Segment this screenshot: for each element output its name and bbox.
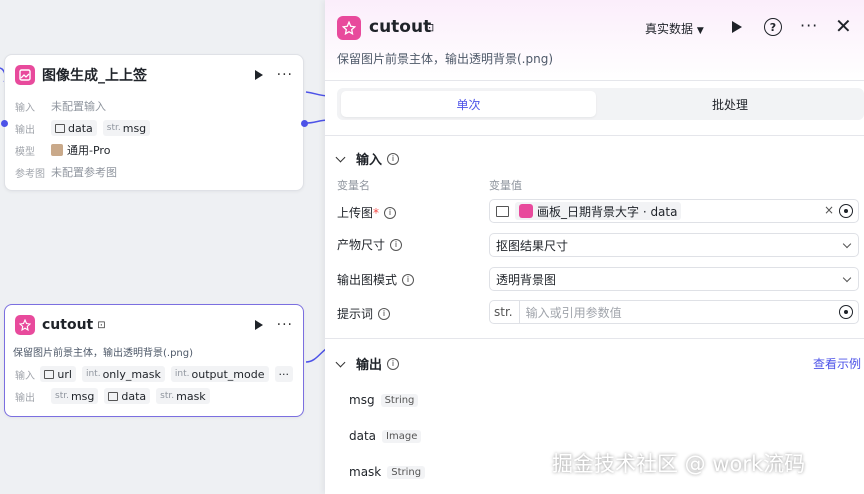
output-row-data: data Image	[349, 429, 422, 443]
input-chip-url: url	[40, 366, 76, 382]
model-avatar-icon	[51, 144, 63, 156]
output-row-msg: msg String	[349, 393, 419, 407]
reference-pill: 画板_日期背景大字 · data	[515, 202, 682, 220]
input-chip-only-mask: int. only_mask	[81, 366, 165, 382]
run-node-button[interactable]	[254, 70, 263, 80]
output-chip-data: data	[51, 120, 97, 136]
output-port[interactable]	[301, 120, 308, 127]
clear-icon[interactable]: ×	[824, 203, 834, 217]
model-label: 模型	[15, 146, 35, 158]
output-chip-mask: str. mask	[156, 388, 210, 404]
output-chip-data: data	[104, 388, 151, 404]
data-mode-select[interactable]: 真实数据 ▼	[645, 20, 704, 37]
chevron-down-icon	[335, 152, 346, 162]
input-label: 输入	[15, 370, 35, 382]
more-options-icon[interactable]: ···	[277, 317, 293, 333]
prompt-input[interactable]: str. 输入或引用参数值	[489, 300, 859, 324]
info-icon: i	[387, 357, 400, 370]
node-cutout[interactable]: cutout ⊡ ··· 保留图片前景主体，输出透明背景(.png) 输入 ur…	[4, 304, 304, 417]
panel-header	[325, 0, 864, 80]
type-prefix: str.	[490, 301, 520, 323]
more-options-icon[interactable]: ···	[277, 67, 293, 83]
watermark: 掘金技术社区 @ work流码	[552, 452, 806, 476]
output-label: 输出	[15, 392, 35, 404]
field-label-mode: 输出图模式 i	[337, 271, 415, 288]
more-options-icon[interactable]: ···	[800, 16, 818, 35]
tab-batch[interactable]: 批处理	[600, 91, 860, 117]
run-node-button[interactable]	[254, 320, 263, 330]
info-icon: i	[387, 152, 400, 165]
help-icon[interactable]: ?	[764, 18, 782, 36]
node-title: 图像生成_上上签	[42, 68, 147, 84]
output-mode-select[interactable]: 透明背景图	[489, 267, 859, 291]
info-icon: i	[384, 206, 397, 219]
info-icon: i	[402, 273, 415, 286]
model-value: 通用-Pro	[67, 144, 111, 157]
cutout-node-icon	[15, 315, 35, 335]
input-section-toggle[interactable]: 输入 i	[335, 149, 400, 168]
cutout-icon	[337, 16, 361, 40]
output-chip-msg: str. msg	[51, 388, 99, 404]
image-type-icon	[55, 123, 65, 133]
plugin-icon: ⊡	[97, 319, 106, 331]
output-row-mask: mask String	[349, 465, 426, 479]
chevron-down-icon	[842, 273, 852, 283]
column-variable-value: 变量值	[489, 179, 522, 192]
input-value: 未配置输入	[51, 100, 106, 113]
reference-value: 未配置参考图	[51, 166, 117, 179]
info-icon: i	[390, 238, 403, 251]
reference-target-icon[interactable]	[839, 305, 853, 319]
caret-down-icon: ▼	[696, 26, 704, 36]
image-type-icon	[44, 369, 55, 379]
image-icon	[496, 205, 509, 217]
reference-target-icon[interactable]	[839, 204, 853, 218]
node-title: cutout	[42, 317, 94, 333]
output-label: 输出	[15, 124, 35, 136]
field-label-upload: 上传图 * i	[337, 204, 397, 221]
field-label-size: 产物尺寸 i	[337, 236, 403, 253]
info-icon: i	[378, 307, 391, 320]
input-chip-output-mode: int. output_mode	[170, 366, 269, 382]
input-port[interactable]	[1, 120, 8, 127]
output-size-select[interactable]: 抠图结果尺寸	[489, 233, 859, 257]
reference-label: 参考图	[15, 168, 45, 180]
tab-single[interactable]: 单次	[341, 91, 596, 117]
panel-description: 保留图片前景主体，输出透明背景(.png)	[337, 52, 554, 66]
plugin-icon: ⊡	[425, 21, 435, 34]
view-example-link[interactable]: 查看示例	[813, 355, 861, 372]
chevron-down-icon	[842, 239, 852, 249]
output-section-toggle[interactable]: 输出 i	[335, 354, 400, 373]
column-variable-name: 变量名	[337, 179, 370, 192]
field-label-prompt: 提示词 i	[337, 305, 391, 322]
prompt-placeholder: 输入或引用参数值	[525, 305, 622, 320]
board-icon	[519, 204, 533, 218]
mode-tabs: 单次 批处理	[337, 88, 864, 120]
upload-image-field[interactable]: 画板_日期背景大字 · data ×	[489, 199, 859, 223]
image-node-icon	[15, 65, 35, 85]
close-icon[interactable]: ✕	[835, 14, 852, 38]
chevron-down-icon	[335, 357, 346, 367]
node-test-panel: cutout ⊡ 真实数据 ▼ ? ··· ✕ 保留图片前景主体，输出透明背景(…	[325, 0, 864, 494]
node-description: 保留图片前景主体，输出透明背景(.png)	[13, 348, 194, 359]
run-button[interactable]	[732, 21, 742, 33]
input-label: 输入	[15, 102, 35, 114]
output-chip-msg: str. msg	[102, 120, 151, 136]
more-inputs-button[interactable]: ···	[274, 366, 293, 382]
panel-title: cutout	[369, 17, 432, 37]
image-type-icon	[108, 391, 119, 401]
node-image-generate[interactable]: 图像生成_上上签 ··· 输入 未配置输入 输出 data str. msg 模型 …	[4, 54, 304, 191]
